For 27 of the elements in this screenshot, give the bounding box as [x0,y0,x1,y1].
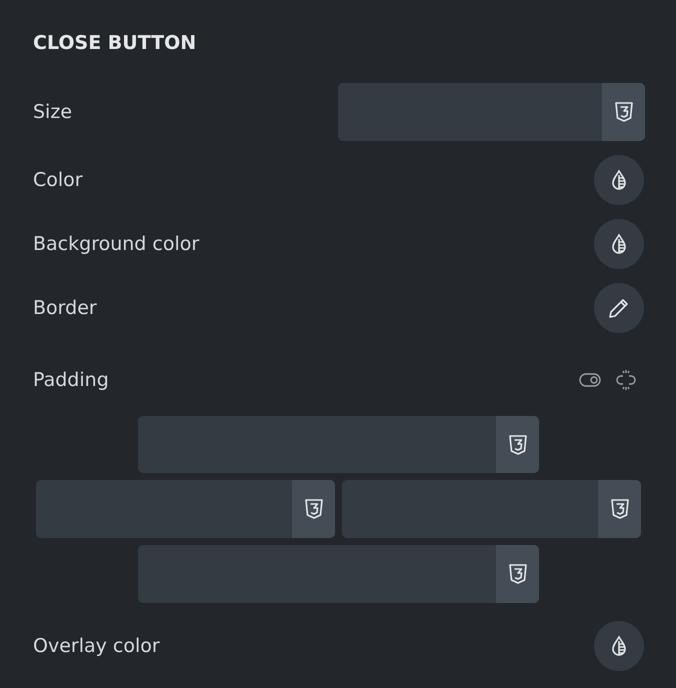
field-label: Size [33,101,72,123]
color-picker-button[interactable] [594,155,644,205]
color-picker-button[interactable] [594,621,644,671]
field-label: Color [33,169,83,191]
css-shield-icon [508,434,528,456]
field-label: Border [33,297,97,319]
droplet-icon [610,233,628,255]
pencil-icon [608,297,630,319]
css-shield-icon [304,498,324,520]
css-shield-icon [610,498,630,520]
unlink-icon[interactable] [615,369,637,391]
toggle-icon[interactable] [579,373,601,387]
number-field[interactable] [338,83,645,141]
number-field[interactable] [36,480,335,538]
droplet-icon [610,169,628,191]
number-field[interactable] [138,416,539,473]
css-shield-icon [614,101,634,123]
field-label: Padding [33,369,109,391]
section-title: CLOSE BUTTON [33,31,198,56]
field-label: Overlay color [33,635,160,657]
number-field[interactable] [342,480,641,538]
color-picker-button[interactable] [594,219,644,269]
css-shield-icon [508,563,528,585]
field-label: Background color [33,233,200,255]
droplet-icon [610,635,628,657]
edit-border-button[interactable] [594,283,644,333]
number-field[interactable] [138,545,539,603]
